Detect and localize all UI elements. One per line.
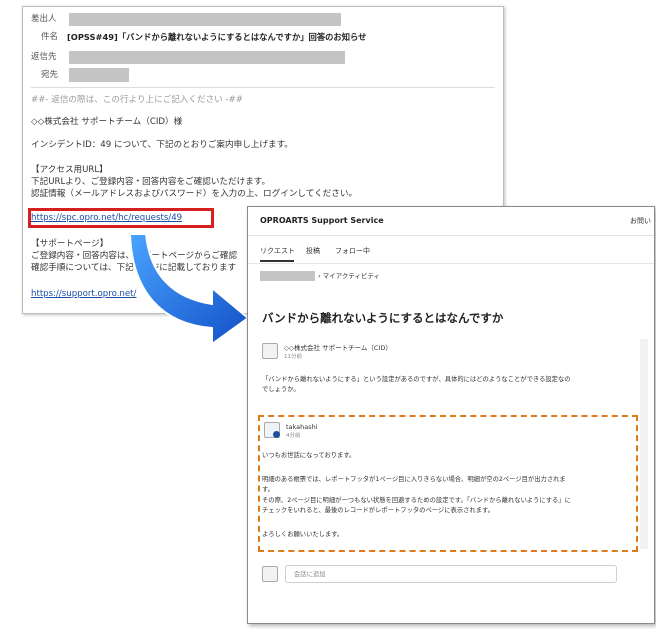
to-row: 宛先 xyxy=(23,67,503,83)
tabs-divider xyxy=(248,263,654,264)
question-time: 11分前 xyxy=(284,354,302,360)
redacted-sender xyxy=(69,13,341,26)
reply-marker: ##- 返信の際は、この行より上にご記入ください -## xyxy=(31,95,243,105)
url-highlight-box xyxy=(28,208,214,228)
subject-row: 件名 [OPSS#49]「バンドから離れないようにするとはなんですか」回答のお知… xyxy=(23,29,503,45)
scrollbar-track[interactable] xyxy=(640,339,648,549)
access-line-2: 認証情報（メールアドレスおよびパスワード）を入力の上、ログインしてください。 xyxy=(31,189,358,199)
requester-avatar xyxy=(262,343,278,359)
tab-following[interactable]: フォロー中 xyxy=(335,247,370,256)
answer-closing: よろしくお願いいたします。 xyxy=(262,531,344,538)
agent-badge-icon xyxy=(273,431,280,438)
header-contact-link[interactable]: お問い xyxy=(630,217,651,226)
redacted-reply-to xyxy=(69,51,345,64)
agent-name: takahashi xyxy=(286,423,318,431)
brand-title[interactable]: OPROARTS Support Service xyxy=(260,216,384,225)
from-row: 差出人 xyxy=(23,11,503,27)
answer-time: 4分前 xyxy=(286,433,301,439)
incident-intro: インシデントID：49 について、下記のとおりご案内申し上げます。 xyxy=(31,140,293,150)
question-text-2: でしょうか。 xyxy=(262,386,300,393)
comment-placeholder: 会話に追加 xyxy=(294,571,326,578)
subject-label: 件名 xyxy=(41,32,59,42)
tab-requests[interactable]: リクエスト xyxy=(260,247,295,256)
support-heading: 【サポートページ】 xyxy=(31,239,109,249)
requester-name: ◇◇株式会社 サポートチーム（CID） xyxy=(284,344,392,352)
agent-avatar xyxy=(264,422,280,438)
question-text-1: 「バンドから離れないようにする」という設定があるのですが、具体的にはどのようなこ… xyxy=(262,376,571,383)
from-label: 差出人 xyxy=(31,14,57,24)
breadcrumb[interactable]: › マイアクティビティ xyxy=(318,272,380,281)
redacted-breadcrumb xyxy=(260,271,315,281)
answer-line-2: その際、2ページ目に明細が一つもない状態を回避するための設定です。「バンドから離… xyxy=(262,497,571,504)
tab-posts[interactable]: 投稿 xyxy=(306,247,320,256)
addressee: ◇◇株式会社 サポートチーム（CID）様 xyxy=(31,117,183,127)
request-title: バンドから離れないようにするとはなんですか xyxy=(262,311,504,325)
current-user-avatar xyxy=(262,566,278,582)
reply-to-label: 返信先 xyxy=(31,52,57,62)
active-tab-indicator xyxy=(260,260,294,262)
comment-input[interactable]: 会話に追加 xyxy=(285,565,617,583)
redacted-recipient xyxy=(69,68,129,82)
to-label: 宛先 xyxy=(41,70,59,80)
answer-line-1b: す。 xyxy=(262,486,274,493)
subject-value: [OPSS#49]「バンドから離れないようにするとはなんですか」回答のお知らせ xyxy=(67,32,367,42)
support-site-window: OPROARTS Support Service お問い リクエスト 投稿 フォ… xyxy=(247,206,655,624)
header-divider xyxy=(248,235,654,236)
access-line-1: 下記URLより、ご登録内容・回答内容をご確認いただけます。 xyxy=(31,177,271,187)
answer-line-1: 明細のある帳票では、レポートフッタが1ページ目に入りきらない場合、明細が空の2ペ… xyxy=(262,476,566,483)
answer-line-3: チェックをいれると、最後のレコードがレポートフッタのページに表示されます。 xyxy=(262,507,494,514)
header-divider xyxy=(31,87,495,88)
answer-greeting: いつもお世話になっております。 xyxy=(262,452,356,459)
access-heading: 【アクセス用URL】 xyxy=(31,165,108,175)
reply-to-row: 返信先 xyxy=(23,49,503,65)
